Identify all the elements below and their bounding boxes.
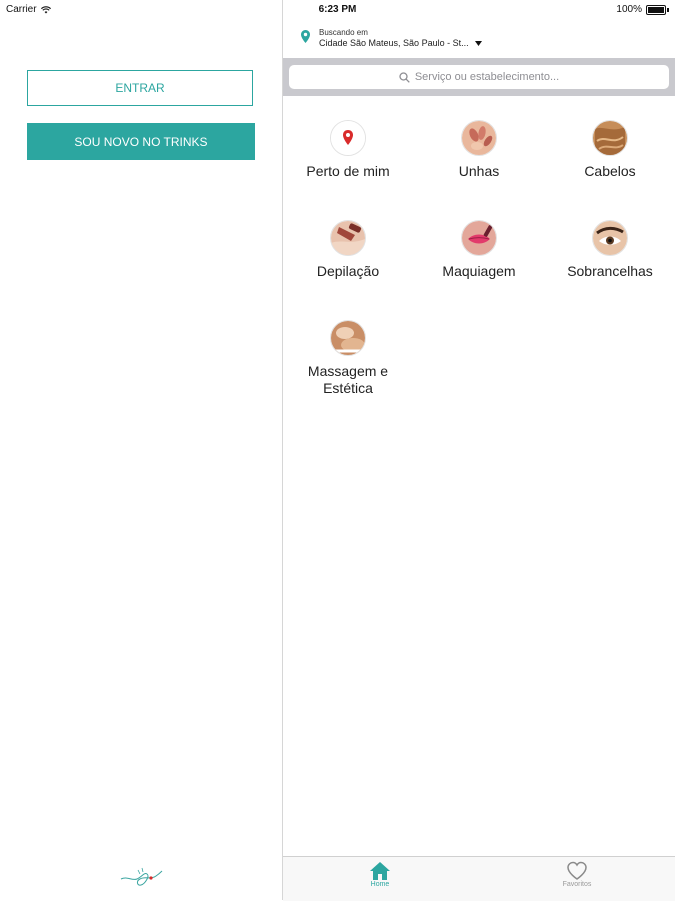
eyebrow-photo	[592, 220, 628, 256]
category-label: Sobrancelhas	[567, 263, 653, 279]
location-selector[interactable]: Buscando em Cidade São Mateus, São Paulo…	[283, 20, 675, 56]
signup-button[interactable]: SOU NOVO NO TRINKS	[27, 123, 255, 160]
tab-home[interactable]: Home	[340, 861, 420, 888]
category-label: Cabelos	[584, 163, 636, 179]
search-placeholder: Serviço ou estabelecimento...	[414, 71, 560, 83]
tab-bar: Home Favoritos	[283, 856, 675, 901]
location-city: Cidade São Mateus, São Paulo - St...	[319, 38, 469, 48]
status-bar: Carrier 6:23 PM 100%	[0, 0, 675, 20]
location-pin-icon	[330, 120, 366, 156]
category-label: Maquiagem	[442, 263, 516, 279]
category-massagem-estetica[interactable]: Massagem e Estética	[283, 320, 413, 397]
home-icon	[370, 862, 390, 880]
battery-indicator: 100%	[616, 4, 669, 15]
nails-photo	[461, 120, 497, 156]
login-button[interactable]: ENTRAR	[27, 70, 253, 106]
location-caption: Buscando em	[319, 28, 368, 37]
chevron-down-icon	[474, 41, 482, 46]
category-label: Massagem e Estética	[307, 363, 389, 396]
category-maquiagem[interactable]: Maquiagem	[414, 220, 544, 280]
tab-home-label: Home	[370, 881, 390, 888]
trinks-logo	[120, 867, 163, 886]
category-perto-de-mim[interactable]: Perto de mim	[283, 120, 413, 180]
clock: 6:23 PM	[318, 4, 357, 15]
account-panel: ENTRAR SOU NOVO NO TRINKS	[0, 20, 282, 900]
location-pin-icon	[301, 30, 310, 43]
category-unhas[interactable]: Unhas	[414, 120, 544, 180]
massage-photo	[330, 320, 366, 356]
home-panel: Buscando em Cidade São Mateus, São Paulo…	[283, 20, 675, 901]
battery-icon	[646, 4, 666, 15]
category-label: Unhas	[458, 163, 500, 179]
hair-photo	[592, 120, 628, 156]
makeup-photo	[461, 220, 497, 256]
heart-icon	[567, 861, 587, 880]
tab-favorites[interactable]: Favoritos	[537, 861, 617, 888]
category-cabelos[interactable]: Cabelos	[545, 120, 675, 180]
waxing-photo	[330, 220, 366, 256]
tab-favorites-label: Favoritos	[562, 881, 592, 888]
search-input[interactable]: Serviço ou estabelecimento...	[289, 65, 669, 89]
search-icon	[399, 71, 410, 83]
category-sobrancelhas[interactable]: Sobrancelhas	[545, 220, 675, 280]
battery-percent: 100%	[616, 4, 642, 15]
search-bar: Serviço ou estabelecimento...	[283, 58, 675, 96]
category-label: Perto de mim	[306, 163, 390, 179]
category-depilacao[interactable]: Depilação	[283, 220, 413, 280]
category-label: Depilação	[316, 263, 380, 279]
